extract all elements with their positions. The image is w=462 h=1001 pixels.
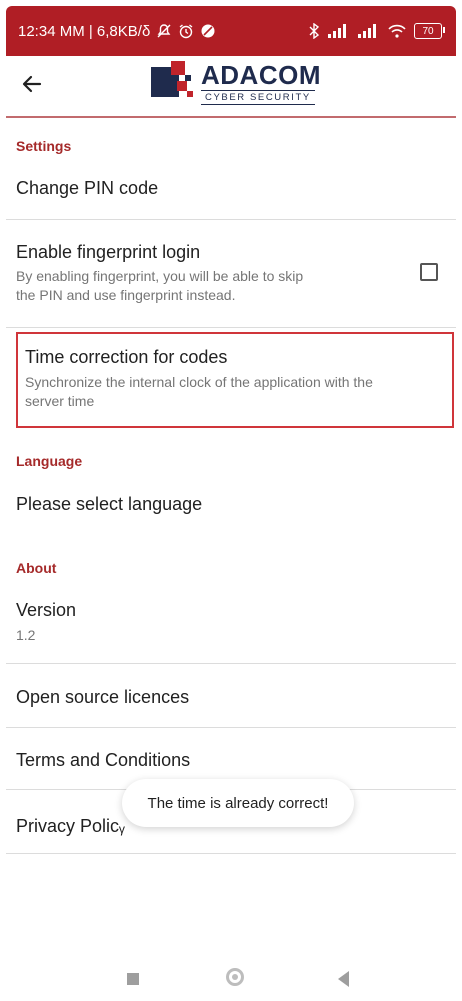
section-header-language: Language [16, 453, 83, 469]
divider [6, 663, 456, 664]
wifi-icon [388, 24, 406, 38]
fingerprint-subtitle-line2: the PIN and use fingerprint instead. [16, 287, 236, 303]
alarm-icon [178, 23, 194, 39]
time-correction-subtitle-line2: server time [25, 393, 95, 409]
logo-title: ADACOM [201, 60, 321, 90]
back-arrow-icon[interactable] [18, 70, 46, 98]
bluetooth-icon [308, 23, 320, 39]
toast-message: The time is already correct! [122, 779, 354, 827]
dnd-icon [200, 23, 216, 39]
logo-mark-icon [151, 61, 195, 105]
version-label: Version [16, 600, 77, 620]
signal-2-icon [358, 24, 380, 38]
home-icon[interactable] [226, 968, 244, 986]
status-right: 70 [308, 23, 445, 39]
open-source-licences-item[interactable]: Open source licences [16, 687, 189, 708]
change-pin-item[interactable]: Change PIN code [16, 178, 158, 199]
divider [6, 219, 456, 220]
adacom-logo: ADACOM CYBER SECURITY [151, 61, 321, 105]
status-bar: 12:34 MM | 6,8KB/δ 70 [6, 6, 456, 56]
logo-subtitle: CYBER SECURITY [201, 90, 315, 105]
divider [6, 727, 456, 728]
status-left: 12:34 MM | 6,8KB/δ [18, 23, 216, 40]
version-value: 1.2 [16, 627, 36, 643]
logo-text: ADACOM CYBER SECURITY [201, 61, 321, 105]
section-header-settings: Settings [16, 138, 72, 154]
recent-apps-icon[interactable] [127, 973, 139, 985]
time-correction-title: Time correction for codes [25, 347, 228, 367]
system-navigation-bar [0, 960, 462, 1001]
battery-icon: 70 [414, 23, 445, 39]
mute-icon [156, 23, 172, 39]
section-header-about: About [16, 560, 57, 576]
fingerprint-subtitle-line1: By enabling fingerprint, you will be abl… [16, 268, 304, 284]
privacy-policy-item[interactable]: Privacy Policᵧ [16, 816, 125, 837]
signal-icon [328, 24, 350, 38]
fingerprint-title: Enable fingerprint login [16, 242, 201, 262]
time-correction-subtitle-line1: Synchronize the internal clock of the ap… [25, 374, 373, 390]
select-language-item[interactable]: Please select language [16, 494, 202, 515]
divider [6, 853, 456, 854]
nav-back-icon[interactable] [338, 971, 349, 987]
divider [6, 327, 456, 328]
fingerprint-checkbox[interactable] [420, 263, 438, 281]
terms-and-conditions-item[interactable]: Terms and Conditions [16, 750, 190, 771]
app-bar: ADACOM CYBER SECURITY [6, 56, 456, 118]
status-time: 12:34 MM | 6,8KB/δ [18, 22, 151, 40]
